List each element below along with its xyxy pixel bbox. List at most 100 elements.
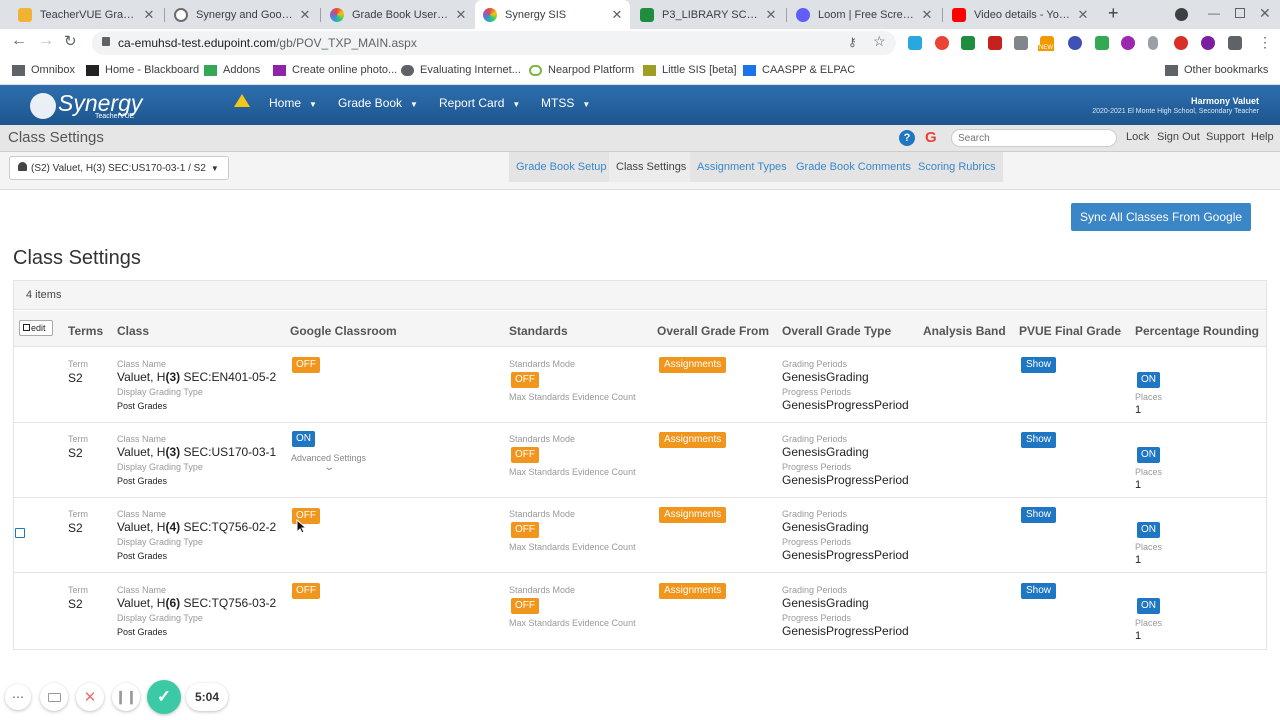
close-tab-icon[interactable]: ✕ (454, 7, 468, 23)
close-tab-icon[interactable]: ✕ (298, 7, 312, 23)
user-name[interactable]: Harmony Valuet (1191, 96, 1259, 106)
final-grade-show-badge[interactable]: Show (1021, 583, 1057, 599)
rounding-toggle[interactable]: ON (1137, 522, 1160, 538)
grade-from-badge[interactable]: Assignments (659, 432, 727, 448)
tab-assignment-types[interactable]: Assignment Types (690, 152, 795, 182)
browser-tab[interactable]: Grade Book User-Secon ✕ (322, 0, 474, 29)
browser-tab-active[interactable]: Synergy SIS ✕ (475, 0, 630, 29)
extension-icon[interactable] (1201, 36, 1215, 50)
close-window-icon[interactable]: ✕ (1259, 5, 1271, 22)
final-grade-show-badge[interactable]: Show (1021, 357, 1057, 373)
class-name: Valuet, H(6) SEC:TQ756-03-2 (117, 596, 277, 610)
grade-from-badge[interactable]: Assignments (659, 583, 727, 599)
nav-mtss[interactable]: MTSS ▼ (541, 96, 590, 110)
grade-from-badge[interactable]: Assignments (659, 507, 727, 523)
extension-icon[interactable] (1121, 36, 1135, 50)
extension-icon[interactable] (1014, 36, 1028, 50)
grade-from-badge[interactable]: Assignments (659, 357, 727, 373)
search-input[interactable] (951, 129, 1117, 147)
rounding-toggle[interactable]: ON (1137, 598, 1160, 614)
tab-title: TeacherVUE Grade Boo (40, 8, 138, 21)
help-link[interactable]: Help (1251, 131, 1274, 143)
camera-toggle-icon[interactable] (40, 683, 68, 711)
google-classroom-toggle[interactable]: OFF (292, 357, 320, 373)
bookmark-item[interactable]: Home - Blackboard (86, 64, 199, 76)
standards-mode-toggle[interactable]: OFF (511, 598, 539, 614)
puzzle-icon[interactable] (1228, 36, 1242, 50)
close-tab-icon[interactable]: ✕ (610, 7, 624, 23)
final-grade-show-badge[interactable]: Show (1021, 507, 1057, 523)
finish-recording-icon[interactable]: ✓ (147, 680, 181, 714)
rounding-toggle[interactable]: ON (1137, 447, 1160, 463)
bookmark-item[interactable]: Little SIS [beta] (643, 64, 737, 76)
key-icon[interactable]: ⚷ (848, 35, 857, 49)
class-name: Valuet, H(3) SEC:EN401-05-2 (117, 370, 277, 384)
tab-search-icon[interactable] (1175, 8, 1188, 21)
browser-tab[interactable]: Loom | Free Screen & V ✕ (788, 0, 940, 29)
restore-icon[interactable] (1235, 8, 1245, 18)
section-selector[interactable]: (S2) Valuet, H(3) SEC:US170-03-1 / S2 ▼ (9, 156, 229, 180)
close-tab-icon[interactable]: ✕ (920, 7, 934, 23)
tab-class-settings[interactable]: Class Settings (609, 152, 695, 182)
back-icon[interactable]: ← (11, 32, 27, 50)
bookmark-item[interactable]: Evaluating Internet... (401, 64, 521, 76)
standards-mode-toggle[interactable]: OFF (511, 447, 539, 463)
tab-grade-book-comments[interactable]: Grade Book Comments (789, 152, 919, 182)
close-tab-icon[interactable]: ✕ (764, 7, 778, 23)
microphone-icon[interactable] (1148, 36, 1158, 50)
reload-icon[interactable]: ↻ (64, 32, 77, 50)
menu-dots-icon[interactable]: ⋮ (1258, 34, 1272, 51)
tab-scoring-rubrics[interactable]: Scoring Rubrics (911, 152, 1004, 182)
places-value: 1 (1135, 404, 1142, 416)
browser-tab[interactable]: Synergy and Google Cl ✕ (166, 0, 318, 29)
minimize-icon[interactable]: — (1208, 6, 1220, 20)
tab-grade-book-setup[interactable]: Grade Book Setup (509, 152, 615, 182)
bookmark-item[interactable]: Omnibox (12, 64, 75, 76)
browser-tab[interactable]: Video details - YouTub ✕ (944, 0, 1096, 29)
alert-icon[interactable] (234, 94, 250, 107)
edit-row-icon[interactable] (15, 528, 25, 538)
bookmark-item[interactable]: Nearpod Platform (529, 64, 634, 76)
sign-out-link[interactable]: Sign Out (1157, 131, 1200, 143)
other-bookmarks[interactable]: Other bookmarks (1165, 64, 1268, 76)
bookmark-item[interactable]: CAASPP & ELPAC (743, 64, 855, 76)
nav-home[interactable]: Home ▼ (269, 96, 317, 110)
browser-tab[interactable]: P3_LIBRARY SCIENCE ✕ (632, 0, 784, 29)
pdf-extension-icon[interactable] (988, 36, 1002, 50)
edit-button[interactable]: edit (19, 320, 53, 336)
forward-icon[interactable]: → (38, 32, 54, 50)
star-icon[interactable]: ☆ (873, 33, 886, 50)
bookmark-item[interactable]: Addons (204, 64, 260, 76)
google-icon[interactable]: G (925, 129, 937, 146)
extension-icon[interactable] (1095, 36, 1109, 50)
google-classroom-toggle[interactable]: ON (292, 431, 315, 447)
bookmark-item[interactable]: Create online photo... (273, 64, 397, 76)
lock-link[interactable]: Lock (1126, 131, 1149, 143)
col-header-pvue-final-grade: PVUE Final Grade (1019, 324, 1122, 338)
nav-grade-book[interactable]: Grade Book ▼ (338, 96, 418, 110)
address-bar[interactable]: ca-emuhsd-test.edupoint.com/gb/POV_TXP_M… (92, 31, 896, 55)
final-grade-show-badge[interactable]: Show (1021, 432, 1057, 448)
extension-icon[interactable] (1068, 36, 1082, 50)
extension-icon[interactable] (935, 36, 949, 50)
extension-icon[interactable] (908, 36, 922, 50)
term-value: S2 (68, 597, 83, 611)
extension-icon[interactable] (1174, 36, 1188, 50)
sync-all-button[interactable]: Sync All Classes From Google (1071, 203, 1251, 231)
standards-mode-toggle[interactable]: OFF (511, 522, 539, 538)
pause-icon[interactable]: ❙❙ (112, 683, 140, 711)
extension-icon[interactable] (961, 36, 975, 50)
nav-report-card[interactable]: Report Card ▼ (439, 96, 520, 110)
cancel-recording-icon[interactable]: ✕ (76, 683, 104, 711)
google-classroom-toggle[interactable]: OFF (292, 583, 320, 599)
more-options-icon[interactable]: ⋯ (5, 684, 31, 710)
new-tab-button[interactable]: + (1108, 3, 1119, 24)
standards-mode-toggle[interactable]: OFF (511, 372, 539, 388)
browser-tab[interactable]: TeacherVUE Grade Boo ✕ (10, 0, 162, 29)
close-tab-icon[interactable]: ✕ (1076, 7, 1090, 23)
chevron-down-icon[interactable]: ⌄ (323, 462, 335, 473)
support-link[interactable]: Support (1206, 131, 1245, 143)
rounding-toggle[interactable]: ON (1137, 372, 1160, 388)
help-icon[interactable]: ? (899, 130, 915, 146)
close-tab-icon[interactable]: ✕ (142, 7, 156, 23)
